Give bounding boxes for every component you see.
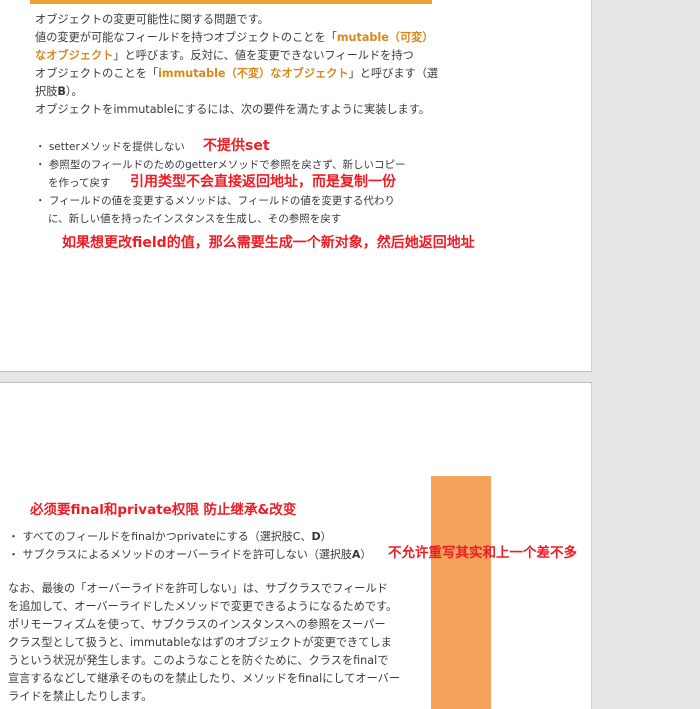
- paragraph-line: ライドを禁止したりします。: [8, 690, 153, 703]
- text-run: ・ すべてのフィールドをfinalかつprivateにする（選択肢C、: [8, 530, 312, 543]
- header-accent-bar: [30, 0, 432, 4]
- choice-letter: B: [57, 85, 66, 98]
- paragraph-line: 宣言するなどして継承そのものを禁止したり、メソッドをfinalにしてオーバー: [8, 672, 401, 685]
- highlight-bar: [431, 476, 491, 709]
- paragraph-line: ポリモーフィズムを使って、サブクラスのインスタンスへの参照をスーパー: [8, 618, 386, 631]
- bullet-item: ・ フィールドの値を変更するメソッドは、フィールドの値を変更する代わり: [35, 195, 395, 207]
- highlight-term: mutable（可変）: [336, 31, 434, 44]
- paragraph-line: オブジェクトをimmutableにするには、次の要件を満たすように実装します。: [35, 103, 430, 116]
- paragraph-line: オブジェクトのことを「immutable（不変）なオブジェクト」と呼びます（選: [35, 65, 438, 83]
- highlight-term: immutable（不変）なオブジェクト: [158, 67, 349, 80]
- bullet-item: ・ すべてのフィールドをfinalかつprivateにする（選択肢C、D）: [8, 528, 332, 546]
- paragraph-line: なお、最後の「オーバーライドを許可しない」は、サブクラスでフィールド: [8, 582, 388, 595]
- choice-letter: D: [311, 530, 321, 543]
- text-run: オブジェクトのことを「: [35, 67, 159, 80]
- document-page-2: 必须要final和private权限 防止继承&改变 ・ すべてのフィールドをf…: [0, 382, 592, 709]
- text-run: ・ サブクラスによるメソッドのオーバーライドを許可しない（選択肢: [8, 548, 352, 561]
- bullet-item: ・ setterメソッドを提供しない: [35, 141, 185, 153]
- paragraph-line: なオブジェクト」と呼びます。反対に、値を変更できないフィールドを持つ: [35, 47, 414, 65]
- bullet-item: ・ サブクラスによるメソッドのオーバーライドを許可しない（選択肢A）: [8, 546, 371, 564]
- document-page-1: オブジェクトの変更可能性に関する問題です。 値の変更が可能なフィールドを持つオブ…: [0, 0, 592, 372]
- paragraph-line: を追加して、オーバーライドしたメソッドで変更できるようになるためです。: [8, 600, 398, 613]
- paragraph-line: 値の変更が可能なフィールドを持つオブジェクトのことを「mutable（可変）: [35, 29, 434, 47]
- handwritten-note: 必须要final和private权限 防止继承&改变: [30, 502, 297, 518]
- handwritten-note: 不允许重写其实和上一个差不多: [388, 545, 577, 561]
- paragraph-line: 択肢B）。: [35, 83, 83, 101]
- bullet-item-continuation: に、新しい値を持ったインスタンスを生成し、その参照を戻す: [48, 213, 342, 225]
- handwritten-note: 如果想更改field的值，那么需要生成一个新对象，然后她返回地址: [62, 235, 475, 251]
- paragraph-line: オブジェクトの変更可能性に関する問題です。: [35, 13, 269, 26]
- text-run: ）: [320, 530, 332, 543]
- text-run: 」と呼びます（選: [348, 67, 439, 80]
- handwritten-note: 引用类型不会直接返回地址，而是复制一份: [130, 174, 396, 190]
- highlight-term: なオブジェクト: [35, 49, 114, 62]
- text-run: ）。: [65, 85, 83, 98]
- text-run: ）: [360, 548, 372, 561]
- paragraph-line: クラス型として扱うと、immutableなはずのオブジェクトが変更できてしま: [8, 636, 392, 649]
- text-run: 」と呼びます。反対に、値を変更できないフィールドを持つ: [113, 49, 414, 62]
- handwritten-note: 不提供set: [203, 138, 270, 154]
- bullet-item-continuation: を作って戻す: [48, 177, 111, 189]
- text-run: 値の変更が可能なフィールドを持つオブジェクトのことを「: [35, 31, 337, 44]
- paragraph-line: うという状況が発生します。このようなことを防ぐために、クラスをfinalで: [8, 654, 389, 667]
- text-run: 択肢: [35, 85, 58, 98]
